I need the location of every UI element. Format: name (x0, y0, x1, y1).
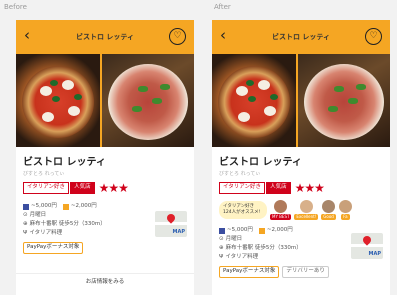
popular-tag[interactable]: 人気店 (70, 182, 95, 194)
closed-day: 月曜日 (225, 236, 243, 242)
dinner-icon (23, 203, 29, 210)
lunch-icon (258, 227, 265, 234)
map-thumbnail[interactable]: MAP (351, 233, 383, 259)
restaurant-info: ビストロ レッティ びすとろ れってぃ イタリアン好き 人気店 ★★★ ~5,0… (16, 147, 194, 295)
avatar (338, 200, 352, 213)
more-info-link[interactable]: お店情報をみる (16, 273, 194, 285)
map-thumbnail[interactable]: MAP (155, 211, 187, 237)
map-label: MAP (172, 229, 185, 235)
tag-row: イタリアン好き 人気店 ★★★ (23, 182, 187, 194)
lunch-price: ~2,000円 (70, 203, 97, 209)
after-screen: ‹ ビストロ レッティ ♡ ビストロ レッティ びすとろ れってぃ イタリアン好… (212, 20, 390, 295)
lunch-price: ~2,000円 (266, 227, 293, 233)
badge-row: PayPayボーナス対象 (23, 242, 187, 254)
reco-user[interactable]: Fa (338, 200, 352, 220)
reco-user[interactable]: MY BEST (270, 200, 292, 220)
price-row: ~5,000円 ~2,000円 (23, 202, 187, 211)
cutlery-icon: Ψ (23, 230, 28, 236)
closed-day: 月曜日 (29, 212, 47, 218)
reco-badge: Fa (341, 214, 350, 220)
header-title: ビストロ レッティ (75, 33, 135, 41)
dinner-icon (219, 227, 225, 234)
pizza-photo[interactable] (212, 54, 296, 147)
clock-icon: ⊙ (23, 212, 28, 218)
cuisine-text: イタリア料理 (225, 254, 259, 260)
dinner-price: ~5,000円 (227, 227, 253, 233)
photo-carousel[interactable] (16, 54, 194, 147)
avatar (299, 200, 313, 213)
photo-carousel[interactable] (212, 54, 390, 147)
clock-icon: ⊙ (219, 236, 224, 242)
restaurant-reading: びすとろ れってぃ (23, 171, 65, 177)
map-label: MAP (368, 251, 381, 257)
genre-tag[interactable]: イタリアン好き (219, 182, 266, 194)
reco-user[interactable]: Excellent! (294, 200, 319, 220)
access-text: 麻布十番駅 徒歩5分（330m） (29, 221, 106, 227)
rating-stars: ★★★ (98, 181, 129, 195)
avatar (274, 200, 288, 213)
dinner-price: ~5,000円 (31, 203, 57, 209)
before-screen: ‹ ビストロ レッティ ♡ ビストロ レッティ びすとろ れってぃ イタリアン好… (16, 20, 194, 295)
reco-user[interactable]: Good (321, 200, 336, 220)
favorite-heart-icon[interactable]: ♡ (365, 28, 382, 45)
dish-photo[interactable] (298, 54, 390, 147)
header-title: ビストロ レッティ (271, 33, 331, 41)
before-caption: Before (4, 3, 27, 11)
app-header: ‹ ビストロ レッティ ♡ (16, 20, 194, 54)
recommendation-strip[interactable]: イタリアン好き 124人がオススメ! MY BEST Excellent! Go… (219, 198, 383, 222)
delivery-badge[interactable]: デリバリーあり (282, 266, 329, 278)
paypay-badge[interactable]: PayPayボーナス対象 (23, 242, 84, 254)
badge-row: PayPayボーナス対象 デリバリーあり (219, 266, 383, 278)
favorite-heart-icon[interactable]: ♡ (169, 28, 186, 45)
dish-photo[interactable] (102, 54, 194, 147)
location-icon: ⊕ (219, 245, 224, 251)
cuisine-text: イタリア料理 (29, 230, 63, 236)
cutlery-icon: Ψ (219, 254, 224, 260)
tag-row: イタリアン好き 人気店 ★★★ (219, 182, 383, 194)
after-caption: After (214, 3, 231, 11)
location-icon: ⊕ (23, 221, 28, 227)
lunch-icon (62, 203, 69, 210)
restaurant-info: ビストロ レッティ びすとろ れってぃ イタリアン好き 人気店 ★★★ イタリア… (212, 147, 390, 295)
genre-tag[interactable]: イタリアン好き (23, 182, 70, 194)
back-icon[interactable]: ‹ (220, 28, 226, 43)
back-icon[interactable]: ‹ (24, 28, 30, 43)
restaurant-name: ビストロ レッティ (23, 157, 106, 168)
popular-tag[interactable]: 人気店 (266, 182, 291, 194)
restaurant-reading: びすとろ れってぃ (219, 171, 261, 177)
rating-stars: ★★★ (294, 181, 325, 195)
access-text: 麻布十番駅 徒歩5分（330m） (225, 245, 302, 251)
restaurant-name: ビストロ レッティ (219, 157, 302, 168)
app-header: ‹ ビストロ レッティ ♡ (212, 20, 390, 54)
avatar (322, 200, 336, 213)
reco-badge: MY BEST (270, 214, 292, 220)
paypay-badge[interactable]: PayPayボーナス対象 (219, 266, 280, 278)
reco-badge: Good (321, 214, 336, 220)
pizza-photo[interactable] (16, 54, 100, 147)
recommendation-text: イタリアン好き 124人がオススメ! (219, 201, 267, 219)
reco-badge: Excellent! (294, 214, 319, 220)
